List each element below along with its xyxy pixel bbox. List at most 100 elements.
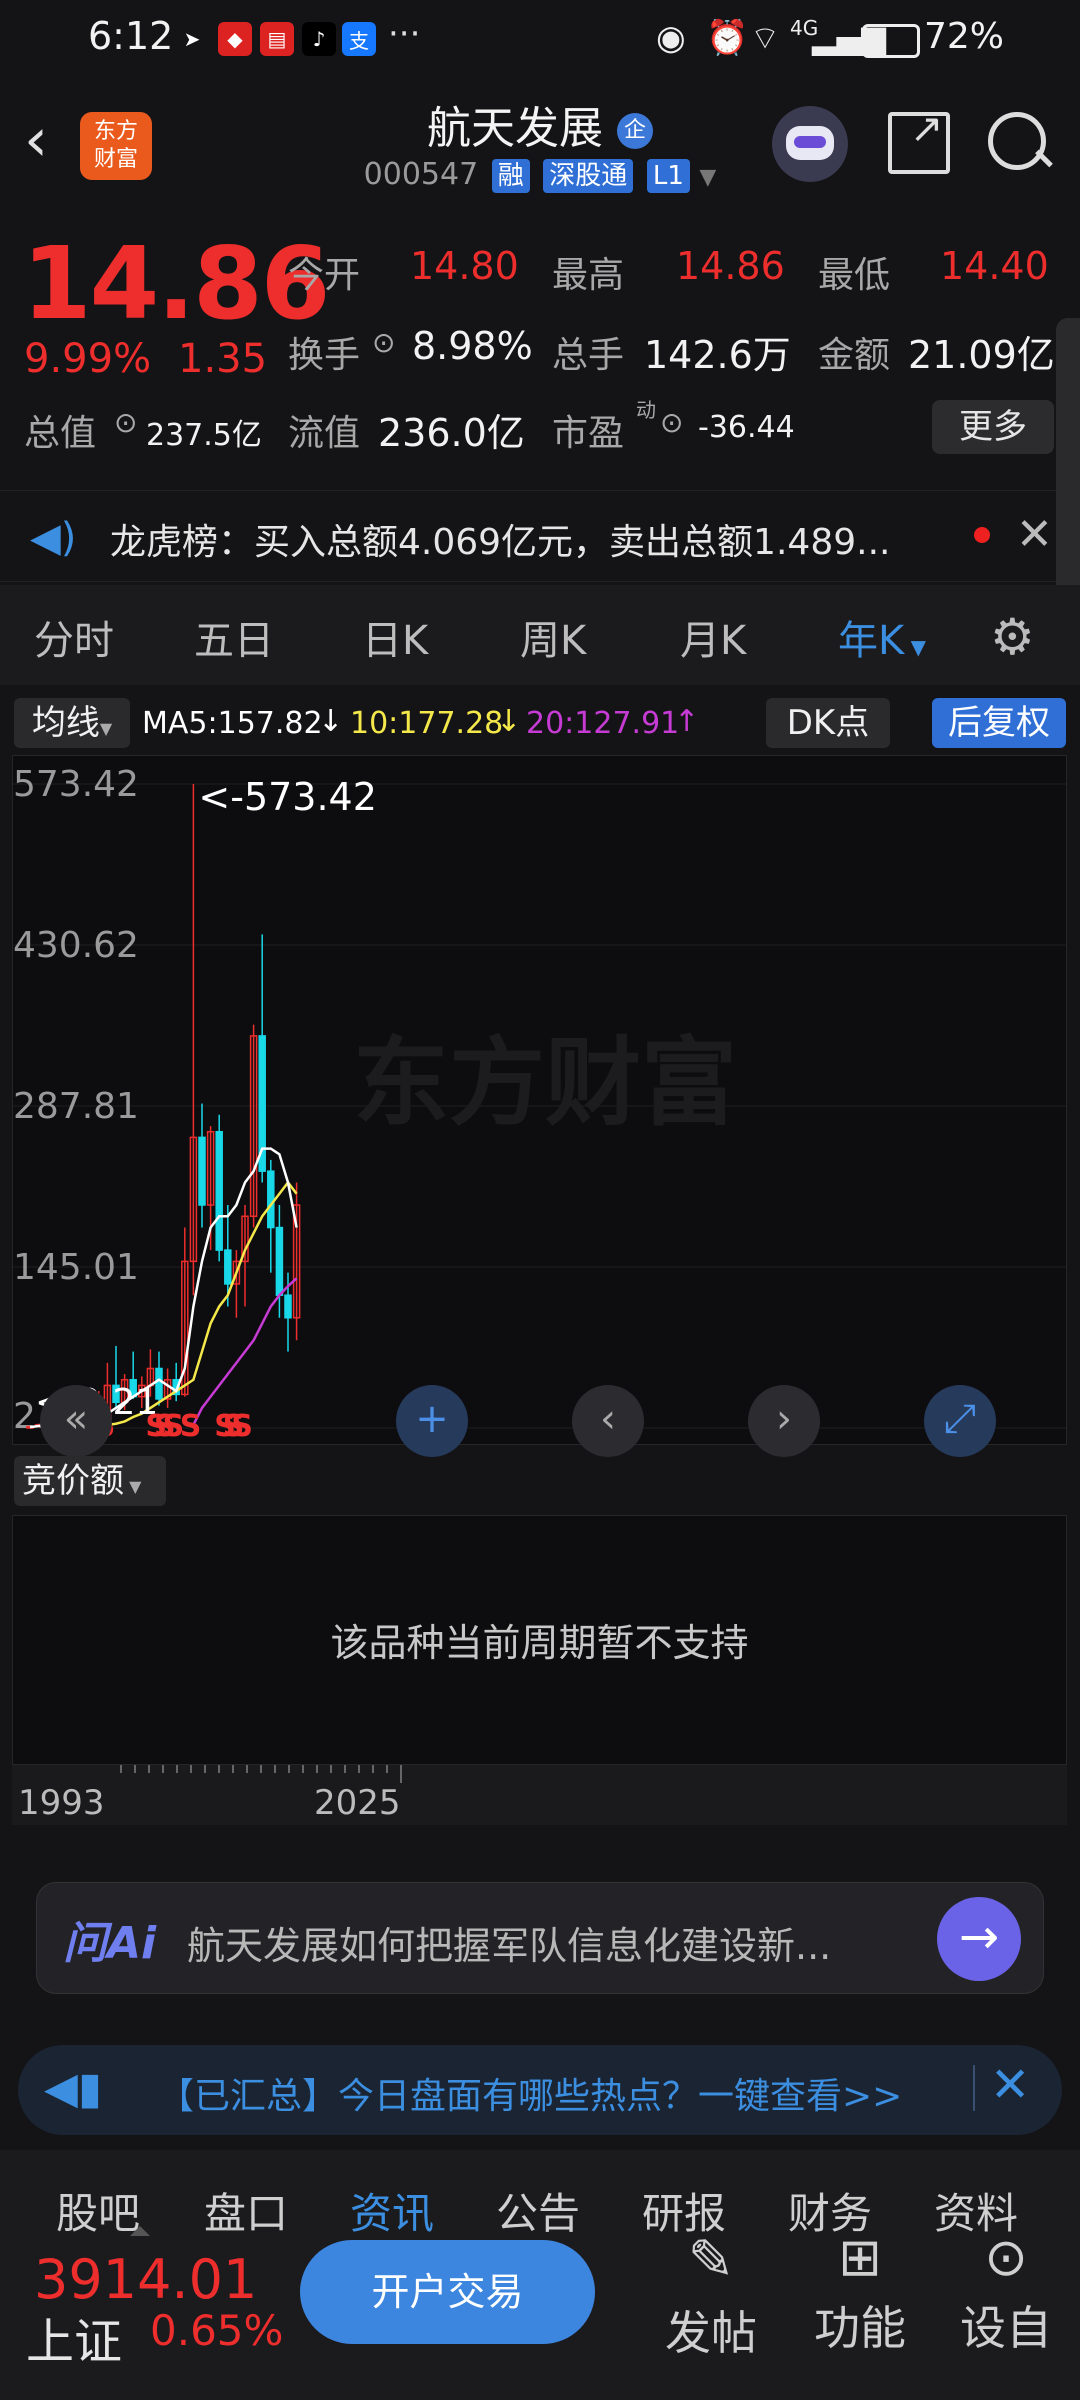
tab-five-day[interactable]: 五日 [194,608,274,666]
dragon-tiger-notice[interactable]: ◀) 龙虎榜：买入总额4.069亿元，卖出总额1.489... ✕ [0,490,1080,582]
tab-yearly-label: 年K [838,618,905,664]
tag-connect: 深股通 [543,159,634,193]
robot-assistant-button[interactable] [772,106,848,182]
info-icon-turnover[interactable]: ⊙ [372,326,395,359]
wifi-icon: ⌔ [750,19,781,57]
tab-daily[interactable]: 日K [362,608,428,666]
ma10-down-arrow: ↓ [496,704,522,739]
change-percent: 9.99% [24,336,152,382]
pull-up-indicator[interactable] [130,2226,150,2236]
ai-logo: 问Ai [63,1918,157,1969]
chevron-down-icon: ▼ [904,635,926,659]
arrow-right-icon: → [958,1909,1000,1965]
sub-indicator-selector[interactable]: 竞价额 ▼ [14,1456,166,1506]
tab-forum[interactable]: 股吧 [56,2180,140,2241]
function-button[interactable]: ⊞ 功能 [800,2228,920,2378]
scroll-left-button[interactable]: ‹ [572,1385,644,1457]
volume-value: 142.6万 [644,333,791,377]
tab-announcements[interactable]: 公告 [496,2180,580,2241]
amount-value: 21.09亿 [908,333,1055,377]
battery-percent: 72% [924,16,1005,57]
adjust-button[interactable]: 后复权 [932,698,1066,748]
volume-label: 总手 [552,335,625,376]
tag-margin: 融 [491,159,530,193]
close-icon[interactable]: ✕ [990,2057,1030,2113]
battery-icon [862,24,920,58]
hot-topics-text: 【已汇总】今日盘面有哪些热点？一键查看>> [158,2076,903,2117]
chevron-down-icon: ▼ [699,165,717,190]
more-notifications-icon: ··· [388,14,421,54]
open-account-trade-button[interactable]: 开户交易 [300,2240,595,2344]
chart-controls: « + ‹ › ⤢ [0,1385,1080,1457]
turnover-label: 换手 [288,335,361,376]
scroll-right-button[interactable]: › [748,1385,820,1457]
total-value: 237.5亿 [146,418,262,453]
ai-send-button[interactable]: → [937,1897,1021,1981]
stock-name: 航天发展 [427,103,603,154]
app-notification-icon: ◆ [218,22,252,56]
last-price: 14.86 [22,225,330,342]
ma20-value: 20:127.91 [526,706,680,741]
status-bar: 6:12 ➤ ◆ ▤ ♪ 支 ··· ◉ ⏰ ⌔ 4G ▂▄▆ 72% [0,0,1080,80]
high-label: 最高 [552,255,625,296]
index-change: 0.65% [150,2306,284,2355]
index-ticker[interactable]: 3914.01 上证 0.65% [0,2236,290,2376]
ai-question-text: 航天发展如何把握军队信息化建设新... [187,1924,832,1968]
tab-yearly[interactable]: 年K ▼ [838,608,926,666]
notice-text: 龙虎榜：买入总额4.069亿元，卖出总额1.489... [110,522,891,563]
tab-news[interactable]: 资讯 [350,2180,434,2241]
close-icon[interactable]: ✕ [1016,509,1053,560]
post-label: 发帖 [665,2306,757,2360]
app-notification-icon-2: ▤ [260,22,294,56]
search-button[interactable] [988,112,1046,170]
hot-topics-bar[interactable]: ◀▮ 【已汇总】今日盘面有哪些热点？一键查看>> ✕ [18,2045,1062,2135]
open-value: 14.80 [410,244,519,288]
y-tick-label: 287.81 [13,1086,139,1127]
more-button[interactable]: 更多 [932,400,1054,454]
candle-body [267,1170,275,1229]
info-icon[interactable]: ⊙ [114,406,137,439]
rewind-button[interactable]: « [40,1385,112,1457]
info-icon-pe[interactable]: ⊙ [660,406,683,439]
fullscreen-button[interactable]: ⤢ [924,1385,996,1457]
kline-svg: 573.42430.62287.81145.012.21东方财富<-573.42… [13,764,1066,1444]
index-name: 上证 [26,2314,123,2370]
grid-icon: ⊞ [838,2228,882,2288]
unread-dot [974,527,990,543]
ma10-value: 10:177.28 [350,706,504,741]
tab-weekly[interactable]: 周K [520,608,586,666]
change-amount: 1.35 [178,336,268,382]
ma5-down-arrow: ↓ [318,704,344,739]
ma-selector-button[interactable]: 均线▼ [14,698,130,748]
more-circle-icon: ⊙ [984,2228,1028,2288]
timeline-axis[interactable]: 1993 2025 [12,1765,1067,1825]
ai-question-bar[interactable]: 问Ai 航天发展如何把握军队信息化建设新... → [36,1882,1044,1994]
chevron-down-icon: ▼ [99,719,113,738]
pe-label: 市盈 [552,413,625,454]
speaker-icon: ◀) [30,515,77,561]
robot-visor [794,136,826,148]
tab-monthly[interactable]: 月K [680,608,746,666]
candle-body [198,1136,206,1206]
post-button[interactable]: ✎ 发帖 [656,2228,766,2378]
settings-button[interactable]: ⊙ 设自 [946,2228,1066,2378]
tag-level: L1 [646,159,690,193]
eye-icon: ◉ [656,18,686,58]
kline-chart[interactable]: 573.42430.62287.81145.012.21东方财富<-573.42… [12,755,1067,1445]
low-value: 14.40 [940,244,1049,288]
gear-icon[interactable]: ⚙ [990,608,1035,666]
zoom-in-button[interactable]: + [396,1385,468,1457]
alipay-icon: 支 [342,22,376,56]
float-value: 236.0亿 [378,411,525,455]
candle-body [284,1294,292,1319]
tab-orderbook[interactable]: 盘口 [204,2180,288,2241]
sub-chart-empty-message: 该品种当前周期暂不支持 [330,1621,749,1665]
sub-indicator-label: 竞价额 [22,1461,124,1501]
ma-button-label: 均线 [31,703,100,743]
share-button[interactable]: ↗ [888,106,950,174]
sub-chart: 该品种当前周期暂不支持 [12,1515,1067,1765]
timeline-start-label: 1993 [18,1783,105,1823]
edge-handle[interactable] [1056,318,1080,600]
dk-point-button[interactable]: DK点 [766,698,890,748]
tab-intraday[interactable]: 分时 [34,608,114,666]
